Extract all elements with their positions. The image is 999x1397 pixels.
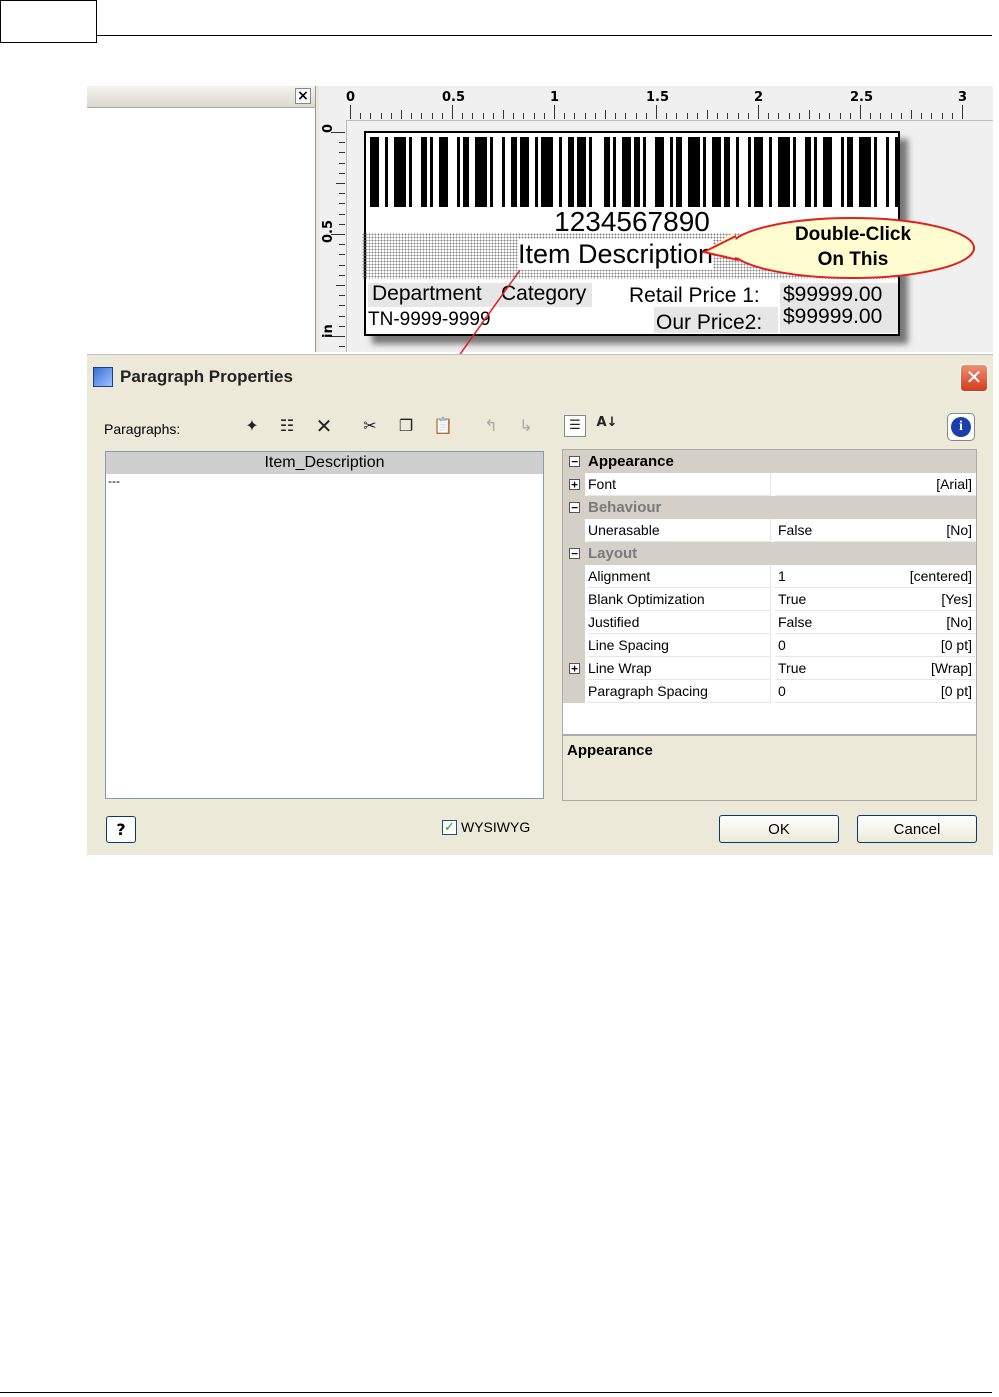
properties-icon[interactable]: ☷ [276, 415, 298, 437]
collapse-icon[interactable]: − [569, 502, 580, 513]
cut-icon[interactable]: ✂ [359, 415, 381, 437]
row-gutter [563, 634, 585, 657]
description-panel: Appearance [562, 735, 977, 801]
property-name: Line Wrap [588, 657, 771, 680]
property-name: Line Spacing [588, 634, 771, 657]
app-icon [93, 367, 113, 387]
row-gutter [563, 588, 585, 611]
dialog-titlebar[interactable]: Paragraph Properties ✕ [87, 355, 993, 399]
grid-row[interactable]: Alignment 1 [centered] [563, 565, 976, 588]
row-gutter: + [563, 657, 585, 680]
grid-row[interactable]: Blank Optimization True [Yes] [563, 588, 976, 611]
category-label: Appearance [588, 453, 674, 470]
property-value[interactable]: False [No] [775, 519, 975, 542]
cancel-button[interactable]: Cancel [857, 815, 977, 843]
new-paragraph-icon[interactable]: ✦ [241, 415, 263, 437]
grid-row[interactable]: + Font [Arial] [563, 473, 976, 496]
property-value[interactable]: True [Wrap] [775, 657, 975, 680]
paragraphs-label: Paragraphs: [104, 421, 181, 437]
property-name: Unerasable [588, 519, 771, 542]
wysiwyg-checkbox[interactable]: ✓ [442, 820, 457, 835]
property-display-value: [Wrap] [931, 660, 972, 676]
category-label: Behaviour [588, 499, 662, 516]
property-raw-value: 0 [778, 683, 786, 699]
property-name: Alignment [588, 565, 771, 588]
wysiwyg-label[interactable]: WYSIWYG [461, 819, 530, 835]
ok-button[interactable]: OK [719, 815, 839, 843]
info-icon[interactable]: i [947, 413, 975, 441]
collapse-icon[interactable]: − [569, 548, 580, 559]
list-header[interactable]: Item_Description [106, 452, 543, 474]
paragraph-properties-dialog: Paragraph Properties ✕ Paragraphs: ✦ ☷ ✕… [87, 354, 993, 855]
property-raw-value: True [778, 660, 807, 676]
grid-row[interactable]: Justified False [No] [563, 611, 976, 634]
property-name: Blank Optimization [588, 588, 771, 611]
dialog-title: Paragraph Properties [120, 367, 293, 386]
property-raw-value: True [778, 591, 807, 607]
property-display-value: [Yes] [941, 591, 972, 607]
property-name: Paragraph Spacing [588, 680, 771, 703]
grid-row[interactable]: Unerasable False [No] [563, 519, 976, 542]
property-value[interactable]: 0 [0 pt] [775, 680, 975, 703]
help-button[interactable]: ? [106, 816, 136, 843]
paste-icon[interactable]: 📋 [432, 415, 454, 437]
property-raw-value: 1 [778, 568, 786, 584]
callout-text: Double-Click On This [732, 222, 974, 272]
property-value[interactable]: 0 [0 pt] [775, 634, 975, 657]
row-gutter [563, 680, 585, 703]
move-down-icon: ↳ [519, 416, 533, 435]
property-value[interactable]: [Arial] [775, 473, 975, 496]
grid-row[interactable]: Paragraph Spacing 0 [0 pt] [563, 680, 976, 703]
row-gutter [563, 611, 585, 634]
grid-category-layout[interactable]: − Layout [563, 542, 976, 565]
property-name: Justified [588, 611, 771, 634]
property-display-value: [0 pt] [940, 637, 972, 653]
category-label: Layout [588, 545, 638, 562]
property-display-value: [Arial] [936, 476, 972, 492]
property-display-value: [No] [946, 522, 972, 538]
property-grid[interactable]: − Appearance + Font [Arial] − Behaviour Unerasa… [562, 449, 977, 735]
close-button[interactable]: ✕ [960, 364, 988, 392]
row-gutter: + [563, 473, 585, 496]
copy-icon[interactable]: ❐ [395, 415, 417, 437]
grid-row[interactable]: + Line Wrap True [Wrap] [563, 657, 976, 680]
property-value[interactable]: False [No] [775, 611, 975, 634]
footer-rule [0, 1392, 992, 1393]
expand-icon[interactable]: + [569, 663, 580, 674]
row-gutter [563, 519, 585, 542]
callout-line1: Double-Click [794, 224, 912, 245]
property-raw-value: False [778, 522, 813, 538]
paragraphs-list[interactable]: Item_Description --- [105, 451, 544, 799]
grid-category-appearance[interactable]: − Appearance [563, 450, 976, 473]
grid-category-behaviour[interactable]: − Behaviour [563, 496, 976, 519]
categorized-icon[interactable]: ☰ [564, 415, 586, 437]
property-value[interactable]: True [Yes] [775, 588, 975, 611]
list-item[interactable]: --- [108, 474, 120, 488]
property-value[interactable]: 1 [centered] [775, 565, 975, 588]
property-display-value: [centered] [909, 568, 972, 584]
expand-icon[interactable]: + [569, 479, 580, 490]
property-display-value: [No] [946, 614, 972, 630]
sort-alpha-icon[interactable]: A↓ [596, 415, 618, 437]
property-display-value: [0 pt] [940, 683, 972, 699]
move-up-icon: ↰ [484, 416, 498, 435]
callout-line2: On This [817, 249, 889, 270]
property-raw-value: False [778, 614, 813, 630]
collapse-icon[interactable]: − [569, 456, 580, 467]
property-raw-value: 0 [778, 637, 786, 653]
property-name: Font [588, 473, 771, 496]
delete-icon[interactable]: ✕ [313, 415, 335, 437]
grid-row[interactable]: Line Spacing 0 [0 pt] [563, 634, 976, 657]
row-gutter [563, 565, 585, 588]
description-title: Appearance [567, 742, 653, 759]
